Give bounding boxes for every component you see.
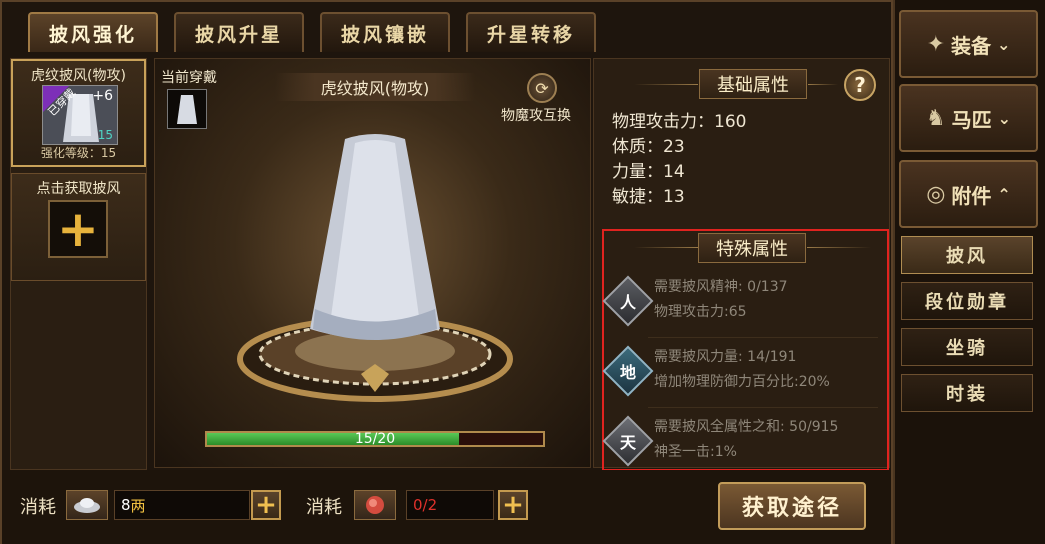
chevron-up-icon: ⌃ [997, 184, 1011, 204]
current-wear-label: 当前穿戴 [161, 70, 217, 86]
cost-label-silver: 消耗 [20, 497, 56, 518]
get-cape-title: 点击获取披风 [36, 181, 121, 197]
tab-star-transfer[interactable]: 升星转移 [466, 12, 596, 52]
nav-accessory-label: 附件 [951, 183, 992, 208]
enhance-level-text: 强化等级：15 [40, 146, 117, 160]
ren-char: 人 [619, 293, 636, 312]
item-list: 虎纹披风(物攻) 已穿戴 +6 15 强化等级：15 点击获取披风 + [10, 58, 147, 470]
main-frame: 披风强化 披风升星 披风镶嵌 升星转移 虎纹披风(物攻) 已穿戴 +6 15 强… [0, 0, 893, 544]
special-attr-row: 天 需要披风全属性之和: 50/915 神圣一击:1% [602, 413, 887, 473]
cape-model-icon [237, 134, 513, 402]
armor-icon: ✦ [926, 31, 946, 57]
special-attr-row: 地 需要披风力量: 14/191 增加物理防御力百分比:20% [602, 343, 887, 403]
item-card-selected[interactable]: 虎纹披风(物攻) 已穿戴 +6 15 强化等级：15 [11, 59, 146, 167]
nav-equipment-label: 装备 [951, 33, 992, 58]
tab-cape-star-up[interactable]: 披风升星 [174, 12, 304, 52]
tab-cape-inlay[interactable]: 披风镶嵌 [320, 12, 450, 52]
special-requirement: 需要披风全属性之和: 50/915 [654, 419, 839, 435]
row-divider [648, 337, 878, 338]
subnav-rank-medal[interactable]: 段位勋章 [901, 282, 1033, 320]
swap-icon[interactable]: ⟳ [527, 73, 557, 103]
special-attr-row: 人 需要披风精神: 0/137 物理攻击力:65 [602, 273, 887, 333]
item-name-banner: 虎纹披风(物攻) [275, 73, 475, 101]
current-wear-slot[interactable] [167, 89, 207, 129]
silver-cost-value: 8两 [114, 490, 250, 520]
cape-preview: 当前穿戴 虎纹披风(物攻) ⟳ 物魔攻互换 15/20 [154, 58, 591, 468]
red-stone-icon [354, 490, 396, 520]
special-requirement: 需要披风精神: 0/137 [654, 279, 788, 295]
row-divider [648, 407, 878, 408]
di-char: 地 [619, 363, 636, 382]
special-effect: 物理攻击力:65 [654, 304, 747, 320]
side-nav: ✦ 装备 ⌄ ♞ 马匹 ⌄ ◎ 附件 ⌃ 披风 段位勋章 坐骑 时装 [893, 0, 1045, 544]
cape-thumbnail-icon: 已穿戴 +6 15 [42, 85, 118, 145]
swap-label[interactable]: 物魔攻互换 [501, 105, 571, 125]
attr-strength: 力量：14 [612, 162, 685, 182]
get-source-button[interactable]: 获取途径 [718, 482, 866, 530]
help-icon[interactable]: ? [844, 69, 876, 101]
star-count: 15 [97, 128, 113, 142]
special-effect: 神圣一击:1% [654, 444, 737, 460]
nav-horse[interactable]: ♞ 马匹 ⌄ [899, 84, 1038, 152]
attr-physical-attack: 物理攻击力：160 [612, 112, 747, 132]
nav-equipment[interactable]: ✦ 装备 ⌄ [899, 10, 1038, 78]
accessory-icon: ◎ [926, 181, 946, 207]
special-divider-left [634, 247, 698, 248]
special-attr-title: 特殊属性 [698, 233, 806, 263]
title-divider-right [808, 84, 838, 85]
cost-bar: 消耗 8两 + 消耗 0/2 + 获取途径 [2, 470, 891, 544]
tian-char: 天 [619, 433, 636, 452]
attr-constitution: 体质：23 [612, 137, 685, 157]
item-card-title: 虎纹披风(物攻) [31, 68, 126, 84]
progress-text: 15/20 [354, 431, 396, 447]
special-attr-box: 特殊属性 人 需要披风精神: 0/137 物理攻击力:65 地 需要披风力量: … [602, 229, 889, 471]
nav-accessory[interactable]: ◎ 附件 ⌃ [899, 160, 1038, 228]
special-divider-right [807, 247, 871, 248]
add-silver-button[interactable]: + [251, 490, 281, 520]
cape-enhance-window: 披风强化 披风升星 披风镶嵌 升星转移 虎纹披风(物攻) 已穿戴 +6 15 强… [0, 0, 1045, 544]
add-plus-icon: + [48, 200, 108, 258]
get-cape-card[interactable]: 点击获取披风 + [11, 173, 146, 281]
stone-cost-value: 0/2 [406, 490, 494, 520]
horse-icon: ♞ [925, 105, 946, 131]
special-effect: 增加物理防御力百分比:20% [654, 374, 830, 390]
tab-cape-enhance[interactable]: 披风强化 [28, 12, 158, 52]
cost-label-stone: 消耗 [306, 497, 342, 518]
plus-level: +6 [92, 88, 113, 104]
title-divider-left [634, 84, 698, 85]
silver-ingot-icon [66, 490, 108, 520]
enhance-progress-bar: 15/20 [205, 431, 545, 447]
attr-agility: 敏捷：13 [612, 187, 685, 207]
special-requirement: 需要披风力量: 14/191 [654, 349, 797, 365]
subnav-cape[interactable]: 披风 [901, 236, 1033, 274]
add-stone-button[interactable]: + [498, 490, 528, 520]
chevron-down-icon: ⌄ [997, 34, 1011, 54]
chevron-down-icon: ⌄ [997, 108, 1012, 128]
nav-horse-label: 马匹 [951, 107, 992, 132]
basic-attr-title: 基础属性 [699, 69, 807, 99]
subnav-mount[interactable]: 坐骑 [901, 328, 1033, 366]
subnav-fashion[interactable]: 时装 [901, 374, 1033, 412]
attribute-panel: 基础属性 ? 物理攻击力：160 体质：23 力量：14 敏捷：13 特殊属性 … [593, 58, 890, 471]
